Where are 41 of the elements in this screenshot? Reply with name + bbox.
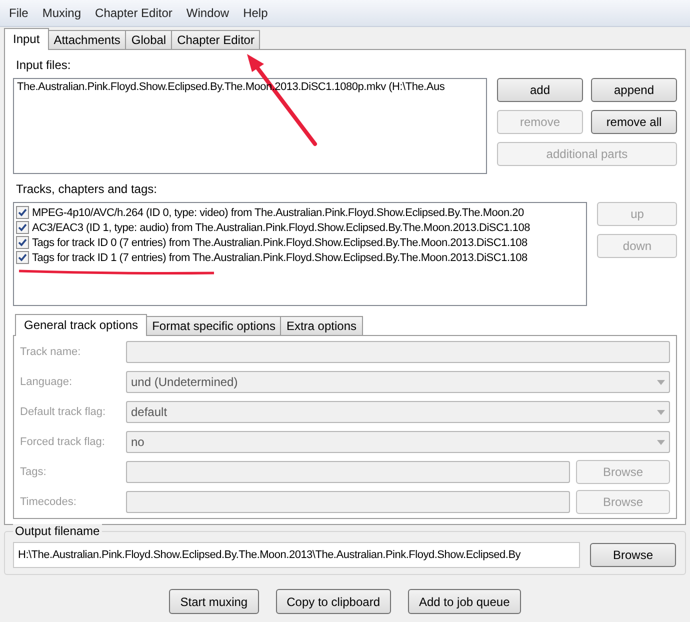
button[interactable]: add xyxy=(497,78,583,102)
section-label: Input files: xyxy=(16,58,71,72)
browse-button[interactable]: Browse xyxy=(590,543,676,567)
menu-item[interactable]: Chapter Editor xyxy=(88,6,180,20)
button[interactable]: remove all xyxy=(591,110,677,134)
field-label: Language: xyxy=(20,375,73,389)
field-label: Default track flag: xyxy=(20,405,107,419)
menu-item[interactable]: Muxing xyxy=(35,6,88,20)
checkbox[interactable] xyxy=(16,251,29,264)
tab[interactable]: Input xyxy=(4,28,49,50)
button[interactable]: append xyxy=(591,78,677,102)
field-label: Timecodes: xyxy=(20,495,78,509)
section-label: Tracks, chapters and tags: xyxy=(16,182,157,196)
menu-item[interactable]: File xyxy=(2,6,36,20)
tab[interactable]: Extra options xyxy=(280,316,362,335)
tab[interactable]: General track options xyxy=(15,314,148,336)
button[interactable]: Copy to clipboard xyxy=(276,589,391,614)
dropdown-arrow-icon xyxy=(657,380,665,384)
output-field[interactable]: H:\The.Australian.Pink.Floyd.Show.Eclipsed.By.The.Moon.2013\The.Australian.Pink.Floyd.Show.Eclipsed.By xyxy=(13,542,580,568)
track-label: Tags for track ID 1 (7 entries) from The.Australian.Pink.Floyd.Show.Eclipsed.By.The.Moon.2013.DiSC1.108 xyxy=(32,252,528,264)
field-label: Tags: xyxy=(20,465,48,479)
menu-item[interactable]: Help xyxy=(236,6,275,20)
button[interactable]: Add to job queue xyxy=(408,589,521,614)
tab[interactable]: Global xyxy=(125,30,172,49)
track-list[interactable] xyxy=(13,202,588,306)
tab[interactable]: Attachments xyxy=(48,30,126,49)
track-label: AC3/EAC3 (ID 1, type: audio) from The.Australian.Pink.Floyd.Show.Eclipsed.By.The.Moon.2013.DiSC1.108 xyxy=(32,222,530,234)
tab[interactable]: Chapter Editor xyxy=(171,30,260,49)
button[interactable]: Start muxing xyxy=(169,589,259,614)
checkbox[interactable] xyxy=(16,221,29,234)
group-label: Output filename xyxy=(13,524,102,538)
dropdown-arrow-icon xyxy=(657,410,665,414)
track-label: Tags for track ID 0 (7 entries) from The.Australian.Pink.Floyd.Show.Eclipsed.By.The.Moon.2013.DiSC1.108 xyxy=(32,236,528,248)
checkbox[interactable] xyxy=(16,236,29,249)
tab[interactable]: Format specific options xyxy=(146,316,282,335)
menu-item[interactable]: Window xyxy=(179,6,236,20)
track-label: MPEG-4p10/AVC/h.264 (ID 0, type: video) from The.Australian.Pink.Floyd.Show.Eclipsed.By.The.Moon.20 xyxy=(32,206,524,218)
field-label: Track name: xyxy=(20,345,82,359)
checkbox[interactable] xyxy=(16,206,29,219)
field-label: Forced track flag: xyxy=(20,435,106,449)
dropdown-arrow-icon xyxy=(657,440,665,444)
